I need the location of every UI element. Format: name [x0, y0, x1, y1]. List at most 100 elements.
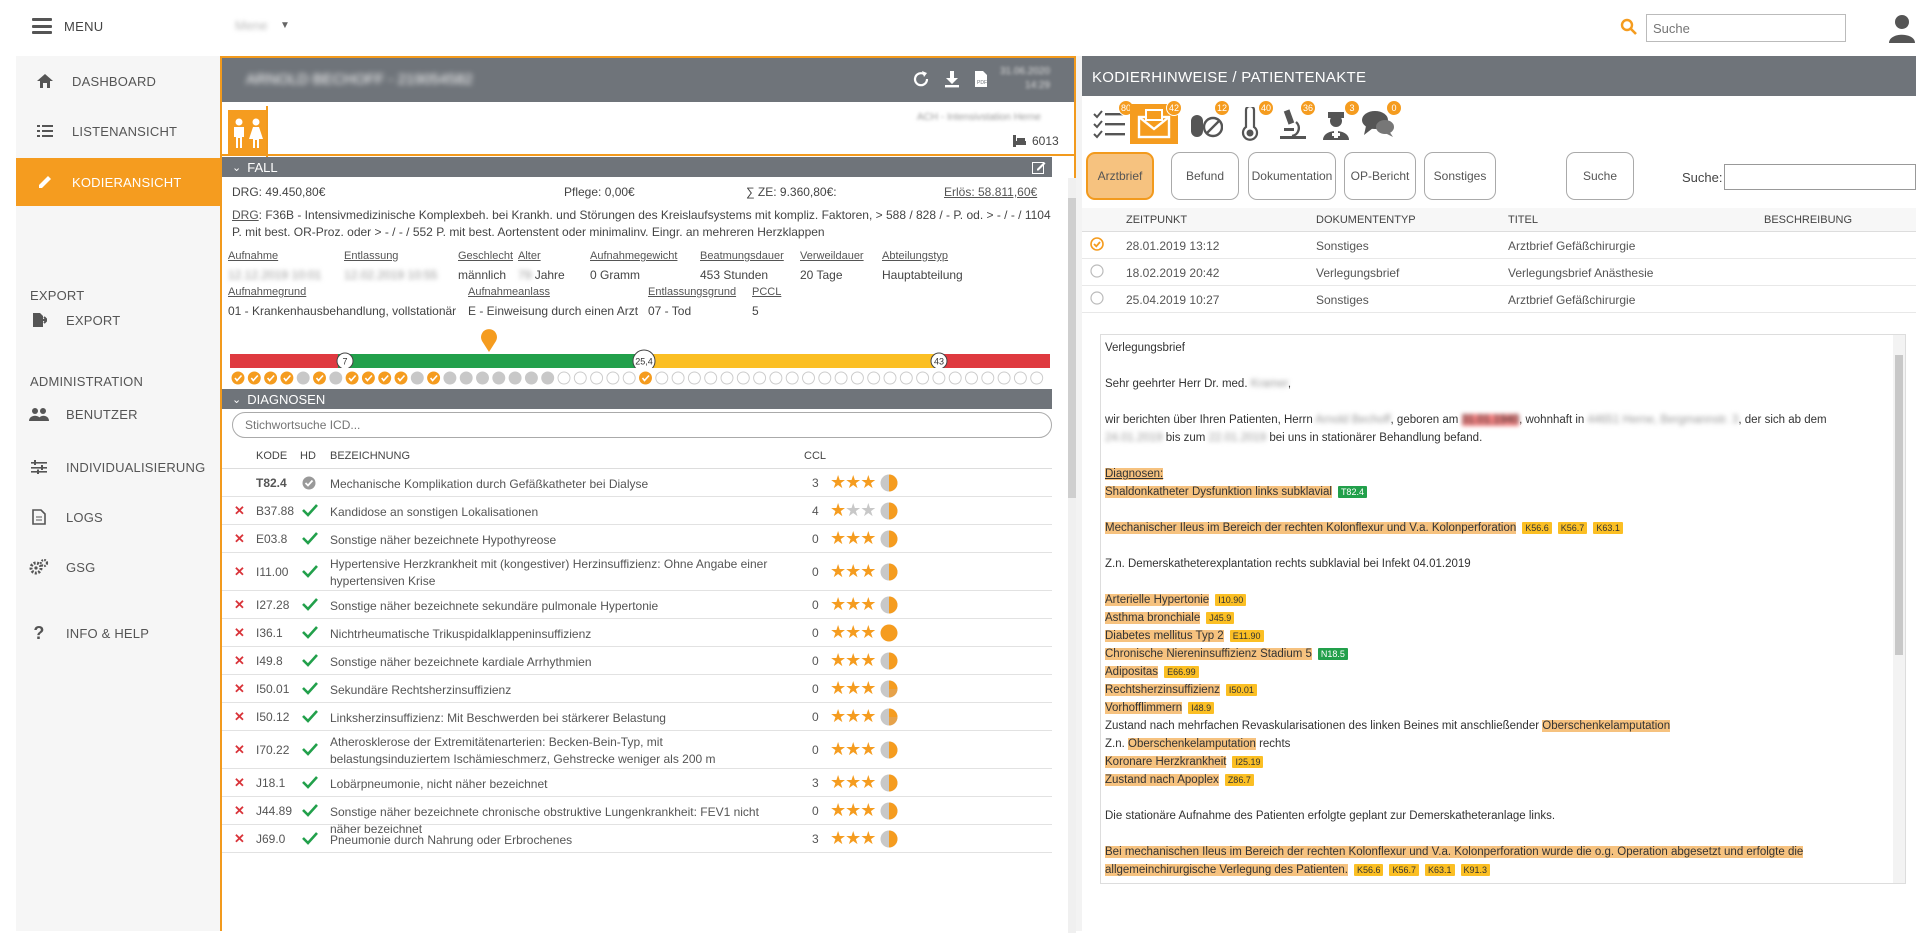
letter-diagnosis[interactable]: Rechtsherzinsuffizienz I50.01 [1105, 681, 1885, 699]
nav-logs[interactable]: LOGS [16, 494, 221, 540]
radio-icon[interactable] [1090, 291, 1104, 308]
letter-diagnosis[interactable]: Adipositas E66.99 [1105, 663, 1885, 681]
letter-diagnosis[interactable]: Vorhofflimmern I48.9 [1105, 699, 1885, 717]
checklist-category[interactable]: 80 [1090, 100, 1134, 144]
set-hd-check-icon[interactable] [302, 775, 318, 792]
set-hd-check-icon[interactable] [302, 681, 318, 698]
letter-diagnosis[interactable]: Diabetes mellitus Typ 2 E11.90 [1105, 627, 1885, 645]
panel-scrollbar[interactable] [1068, 178, 1076, 933]
diagnosis-row[interactable]: ✕ I50.01 Sekundäre Rechtsherzinsuffizienz 0… [222, 675, 1052, 703]
icd-tag[interactable]: K56.7 [1557, 522, 1588, 534]
set-hd-check-icon[interactable] [302, 653, 318, 670]
icd-tag[interactable]: N18.5 [1317, 648, 1348, 660]
refresh-icon[interactable] [912, 70, 930, 88]
set-hd-check-icon[interactable] [302, 709, 318, 726]
set-hd-check-icon[interactable] [302, 831, 318, 848]
diagnosis-row[interactable]: T82.4 Mechanische Komplikation durch Gefä… [222, 469, 1052, 497]
icd-tag[interactable]: K63.1 [1425, 864, 1455, 876]
document-row[interactable]: 25.04.2019 10:27 Sonstiges Arztbrief Gefäß… [1082, 286, 1916, 313]
document-scrollbar[interactable] [1893, 335, 1905, 883]
icd-tag[interactable]: E66.99 [1164, 666, 1199, 678]
icd-tag[interactable]: K56.6 [1522, 522, 1552, 534]
nav-dashboard[interactable]: DASHBOARD [16, 58, 221, 104]
diagnosis-row[interactable]: ✕ J44.89 Sonstige näher bezeichnete chroni… [222, 797, 1052, 836]
set-hd-check-icon[interactable] [302, 597, 318, 614]
icd-tag[interactable]: I10.90 [1215, 594, 1247, 606]
delete-icon[interactable]: ✕ [234, 742, 245, 758]
letter-diagnosis[interactable]: Chronische Niereninsuffizienz Stadium 5N… [1105, 645, 1885, 663]
tab-suche[interactable]: Suche [1566, 152, 1634, 200]
delete-icon[interactable]: ✕ [234, 597, 245, 613]
checked-radio-icon[interactable] [1090, 237, 1104, 254]
nav-kodieransicht[interactable]: KODIERANSICHT [16, 158, 221, 206]
diagnosis-row[interactable]: ✕ I50.12 Linksherzinsuffizienz: Mit Beschw… [222, 703, 1052, 731]
tab-dokumentation[interactable]: Dokumentation [1248, 152, 1336, 200]
menu-button[interactable]: MENU [32, 18, 103, 34]
icd-tag[interactable]: K63.1 [1593, 522, 1623, 534]
nursing-category[interactable]: 3 [1316, 100, 1360, 144]
letter-diagnosis[interactable]: Shaldonkatheter Dysfunktion links subkla… [1105, 483, 1885, 501]
letter-diagnosis[interactable]: Zustand nach Apoplex Z86.7 [1105, 771, 1885, 789]
tenant-select[interactable]: Mene [235, 18, 268, 33]
diagnosis-row[interactable]: ✕ J18.1 Lobärpneumonie, nicht näher bezeic… [222, 769, 1052, 797]
user-avatar-icon[interactable] [1888, 13, 1916, 43]
icd-tag[interactable]: E11.90 [1229, 630, 1264, 642]
diagnosen-section-header[interactable]: ⌄ DIAGNOSEN [222, 389, 1052, 409]
diagnosis-row[interactable]: ✕ I49.8 Sonstige näher bezeichnete kardial… [222, 647, 1052, 675]
nav-individualisierung[interactable]: INDIVIDUALISIERUNG [16, 444, 221, 490]
icd-tag[interactable]: T82.4 [1337, 486, 1367, 498]
tab-op-bericht[interactable]: OP-Bericht [1344, 152, 1416, 200]
set-hd-check-icon[interactable] [302, 564, 318, 581]
delete-icon[interactable]: ✕ [234, 653, 245, 669]
diagnosis-row[interactable]: ✕ J69.0 Pneumonie durch Nahrung oder Erbro… [222, 825, 1052, 853]
delete-icon[interactable]: ✕ [234, 681, 245, 697]
global-search-input[interactable] [1646, 14, 1846, 42]
icd-tag[interactable]: I48.9 [1188, 702, 1215, 714]
scrollbar-thumb[interactable] [1068, 198, 1076, 498]
set-hd-check-icon[interactable] [302, 742, 318, 759]
nav-info-help[interactable]: ? INFO & HELP [16, 610, 221, 656]
delete-icon[interactable]: ✕ [234, 625, 245, 641]
icd-tag[interactable]: I50.01 [1225, 684, 1257, 696]
delete-icon[interactable]: ✕ [234, 531, 245, 547]
document-row[interactable]: 18.02.2019 20:42 Verlegungsbrief Verlegung… [1082, 259, 1916, 286]
medication-category[interactable]: 12 [1186, 100, 1230, 144]
radio-icon[interactable] [1090, 264, 1104, 281]
diagnosis-row[interactable]: ✕ I27.28 Sonstige näher bezeichnete sekund… [222, 591, 1052, 619]
icd-tag[interactable]: K56.6 [1353, 864, 1384, 876]
diagnosis-row[interactable]: ✕ B37.88 Kandidose an sonstigen Lokalisati… [222, 497, 1052, 525]
edit-icon[interactable] [1032, 160, 1046, 174]
nav-gsg[interactable]: GSG [16, 544, 221, 590]
document-search-input[interactable] [1724, 164, 1916, 190]
pdf-icon[interactable]: PDF [974, 70, 988, 88]
delete-icon[interactable]: ✕ [234, 775, 245, 791]
fall-section-header[interactable]: ⌄ FALL [222, 157, 1052, 177]
nav-export[interactable]: EXPORT [16, 302, 221, 338]
letter-diagnosis[interactable]: Mechanischer Ileus im Bereich der rechte… [1105, 519, 1885, 537]
comments-category[interactable]: 0 [1358, 100, 1402, 144]
delete-icon[interactable]: ✕ [234, 564, 245, 580]
tab-sonstiges[interactable]: Sonstiges [1424, 152, 1496, 200]
icd-tag[interactable]: I25.19 [1232, 756, 1264, 768]
erloes-amount[interactable]: Erlös: 58.811,60€ [944, 185, 1037, 199]
letter-diagnosis[interactable]: Bei mechanischen Ileus im Bereich der re… [1105, 843, 1885, 879]
icd-tag[interactable]: J45.9 [1206, 612, 1235, 624]
letters-category[interactable]: 42 [1130, 100, 1182, 144]
delete-icon[interactable]: ✕ [234, 831, 245, 847]
letter-diagnosis[interactable]: Arterielle Hypertonie I10.90 [1105, 591, 1885, 609]
icd-tag[interactable]: K91.3 [1460, 864, 1491, 876]
icd-tag[interactable]: Z86.7 [1224, 774, 1254, 786]
letter-diagnosis[interactable]: Asthma bronchiale J45.9 [1105, 609, 1885, 627]
document-row[interactable]: 28.01.2019 13:12 Sonstiges Arztbrief Gefäß… [1082, 232, 1916, 259]
caret-down-icon[interactable]: ▼ [280, 20, 290, 31]
lab-category[interactable]: 36 [1272, 100, 1316, 144]
letter-diagnosis[interactable]: Koronare Herzkrankheit I25.19 [1105, 753, 1885, 771]
diagnosis-row[interactable]: ✕ I70.22 Atherosklerose der Extremitätenar… [222, 731, 1052, 769]
diagnosis-row[interactable]: ✕ E03.8 Sonstige näher bezeichnete Hypothy… [222, 525, 1052, 553]
delete-icon[interactable]: ✕ [234, 803, 245, 819]
scrollbar-thumb[interactable] [1895, 355, 1903, 655]
set-hd-check-icon[interactable] [302, 531, 318, 548]
delete-icon[interactable]: ✕ [234, 709, 245, 725]
set-hd-check-icon[interactable] [302, 625, 318, 642]
tab-arztbrief[interactable]: Arztbrief [1086, 152, 1154, 200]
